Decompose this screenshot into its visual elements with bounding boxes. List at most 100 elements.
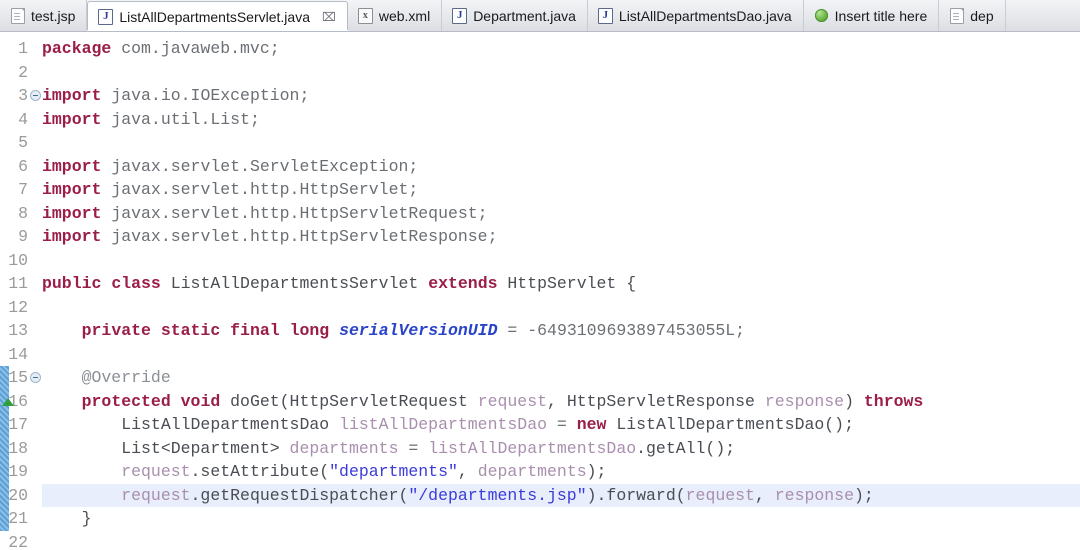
code-token: [171, 392, 181, 411]
code-line: ListAllDepartmentsDao listAllDepartments…: [42, 413, 854, 437]
code-token: javax.servlet.http.HttpServlet;: [101, 180, 418, 199]
implements-method-marker-icon[interactable]: [2, 398, 14, 406]
java-file-icon: J: [98, 9, 113, 24]
line-number: 19: [8, 460, 28, 484]
change-indicator-bar: [0, 366, 9, 531]
code-fold-collapse-icon[interactable]: [30, 372, 41, 383]
code-token: import: [42, 86, 101, 105]
code-token: "departments": [329, 462, 458, 481]
code-token: static: [161, 321, 220, 340]
line-number: 15: [8, 366, 28, 390]
editor-tab-label: ListAllDepartmentsDao.java: [619, 9, 792, 23]
line-number: 22: [8, 531, 28, 550]
code-token: import: [42, 180, 101, 199]
editor-tab-label: web.xml: [379, 9, 430, 23]
code-token: public: [42, 274, 101, 293]
code-token: listAllDepartmentsDao: [339, 415, 547, 434]
code-token: request: [478, 392, 547, 411]
code-token: response: [765, 392, 844, 411]
code-token: .setAttribute(: [191, 462, 330, 481]
code-token: throws: [864, 392, 923, 411]
code-token: new: [577, 415, 607, 434]
code-token: doGet(HttpServletRequest: [220, 392, 477, 411]
line-number: 7: [18, 178, 28, 202]
code-token: javax.servlet.http.HttpServletResponse;: [101, 227, 497, 246]
line-number: 5: [18, 131, 28, 155]
code-token: com.javaweb.mvc;: [111, 39, 279, 58]
code-line: protected void doGet(HttpServletRequest …: [42, 390, 923, 414]
code-token: [42, 321, 82, 340]
editor-tab[interactable]: J ListAllDepartmentsServlet.java ⌧: [87, 1, 347, 31]
code-fold-collapse-icon[interactable]: [30, 90, 41, 101]
editor-tab[interactable]: J ListAllDepartmentsDao.java: [588, 0, 804, 31]
code-token: long: [290, 321, 330, 340]
code-token: package: [42, 39, 111, 58]
line-number: 4: [18, 108, 28, 132]
editor-tab-label: Department.java: [473, 9, 576, 23]
code-token: [42, 392, 82, 411]
code-token: javax.servlet.http.HttpServletRequest;: [101, 204, 487, 223]
code-line: }: [42, 507, 92, 531]
code-line: private static final long serialVersionU…: [42, 319, 745, 343]
java-file-icon: J: [452, 8, 467, 23]
editor-tab[interactable]: test.jsp: [0, 0, 87, 31]
code-text-area[interactable]: package com.javaweb.mvc; import java.io.I…: [42, 32, 1080, 550]
code-token: =: [547, 415, 577, 434]
code-editor[interactable]: 1234567891011121314151617181920212223 pa…: [0, 32, 1080, 550]
line-number: 18: [8, 437, 28, 461]
code-token: departments: [478, 462, 587, 481]
code-token: request: [686, 486, 755, 505]
code-token: ,: [755, 486, 775, 505]
code-token: "/departments.jsp": [408, 486, 586, 505]
java-file-icon: J: [598, 8, 613, 23]
code-token: HttpServlet {: [498, 274, 637, 293]
code-line: request .getRequestDispatcher("/departmen…: [42, 484, 874, 508]
code-token: [42, 486, 121, 505]
code-token: .getAll();: [636, 439, 735, 458]
editor-tab-label: ListAllDepartmentsServlet.java: [119, 10, 310, 24]
code-line: @Override: [42, 366, 171, 390]
code-token: import: [42, 157, 101, 176]
code-token: java.io.IOException;: [101, 86, 309, 105]
code-token: [220, 321, 230, 340]
line-number: 2: [18, 61, 28, 85]
code-line: import javax.servlet.http.HttpServletRes…: [42, 225, 498, 249]
web-page-icon: [814, 8, 829, 23]
code-line: import java.io.IOException;: [42, 84, 309, 108]
editor-tab[interactable]: dep: [939, 0, 1005, 31]
close-icon[interactable]: ⌧: [322, 11, 336, 23]
code-token: =: [398, 439, 428, 458]
editor-tab[interactable]: x web.xml: [348, 0, 442, 31]
code-line: import java.util.List;: [42, 108, 260, 132]
code-token: class: [111, 274, 161, 293]
code-token: protected: [82, 392, 171, 411]
xml-file-icon: x: [358, 8, 373, 23]
code-token: request: [121, 462, 190, 481]
code-token: import: [42, 227, 101, 246]
code-token: @Override: [42, 368, 171, 387]
line-number: 3: [18, 84, 28, 108]
code-token: serialVersionUID: [339, 321, 497, 340]
code-token: );: [854, 486, 874, 505]
editor-tab[interactable]: Insert title here: [804, 0, 940, 31]
line-number: 10: [8, 249, 28, 273]
code-token: [42, 462, 121, 481]
code-token: .getRequestDispatcher(: [191, 486, 409, 505]
line-number: 12: [8, 296, 28, 320]
code-token: java.util.List;: [101, 110, 259, 129]
code-token: ,: [458, 462, 478, 481]
editor-tab-label: dep: [970, 9, 993, 23]
line-number: 9: [18, 225, 28, 249]
code-token: [329, 321, 339, 340]
line-number: 21: [8, 507, 28, 531]
editor-tab[interactable]: J Department.java: [442, 0, 588, 31]
editor-tab-label: test.jsp: [31, 9, 75, 23]
line-number: 14: [8, 343, 28, 367]
code-token: [151, 321, 161, 340]
code-token: import: [42, 204, 101, 223]
line-number: 11: [8, 272, 28, 296]
code-token: [101, 274, 111, 293]
jsp-file-icon: [949, 8, 964, 23]
code-token: = -6493109693897453055L;: [498, 321, 746, 340]
code-token: import: [42, 110, 101, 129]
